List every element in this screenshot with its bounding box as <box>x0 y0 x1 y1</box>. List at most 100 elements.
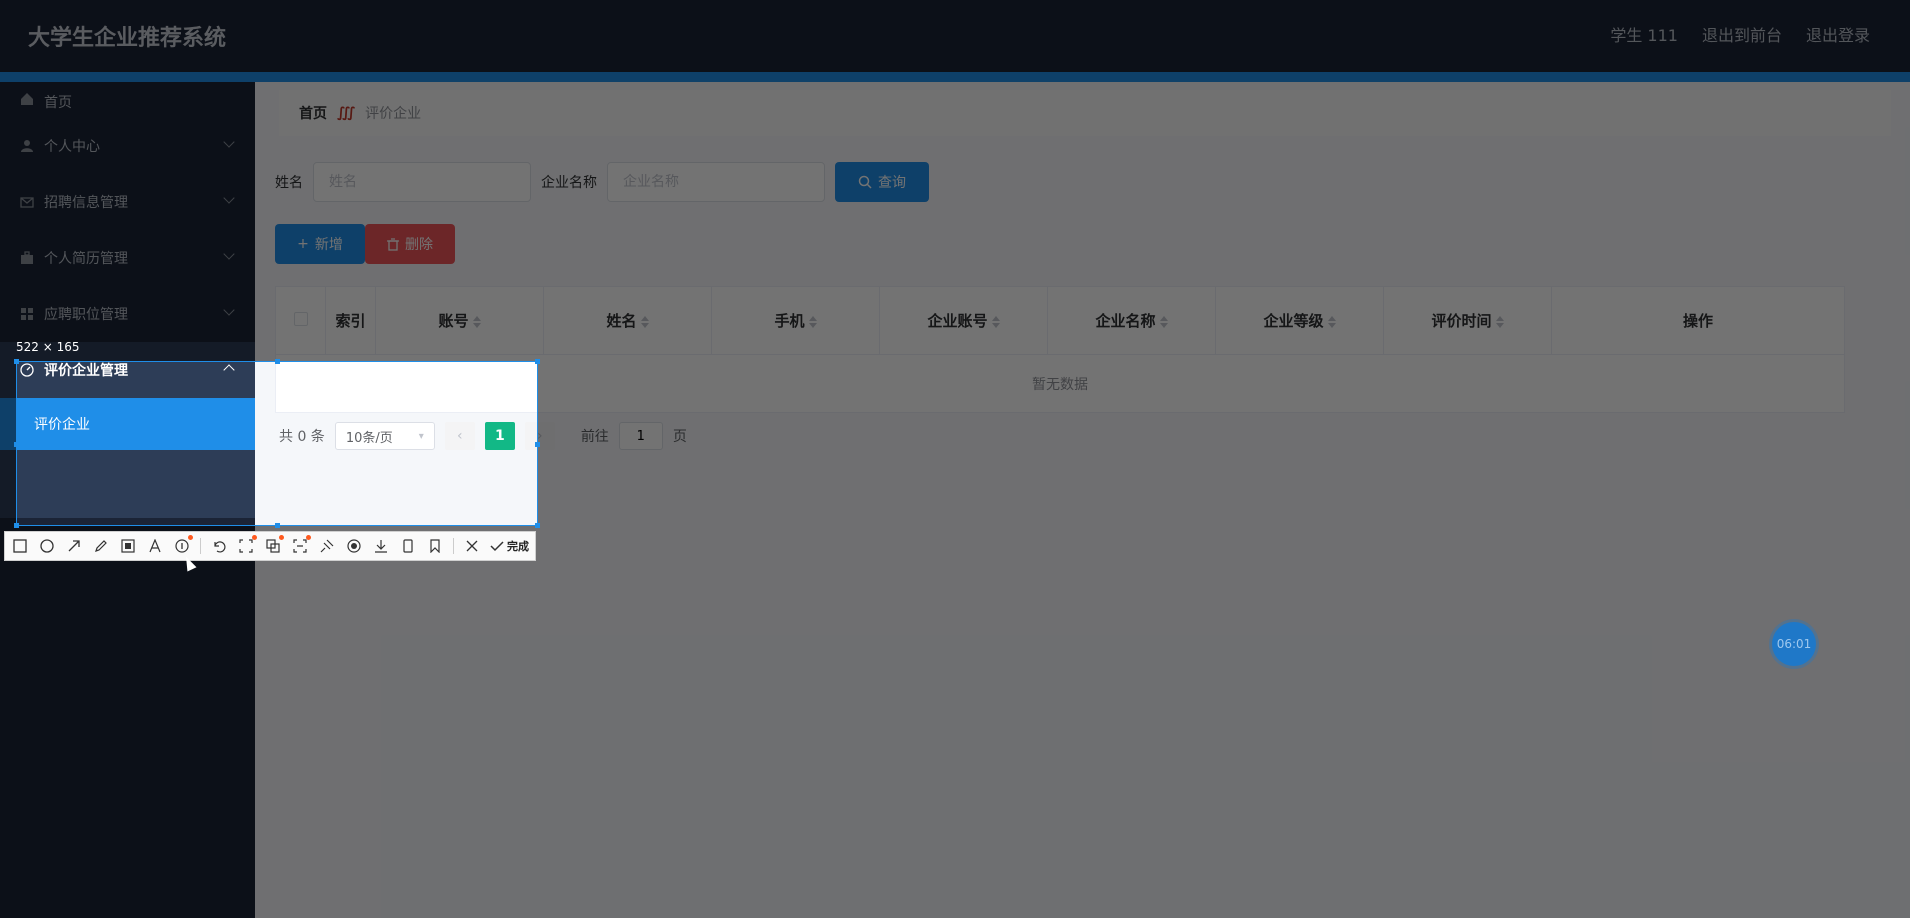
sidebar-item-label: 招聘信息管理 <box>44 195 128 211</box>
rectangle-icon[interactable] <box>11 537 29 555</box>
pagination: 共 0 条 10条/页 ▾ ‹ 1 › 前往 页 <box>279 422 687 450</box>
chevron-down-icon <box>223 136 235 148</box>
chevron-down-icon <box>223 192 235 204</box>
search-bar: 姓名 企业名称 查询 <box>275 162 929 202</box>
goto-prefix: 前往 <box>580 429 609 445</box>
to-frontend-link[interactable]: 退出到前台 <box>1702 22 1782 46</box>
sidebar: 首页 个人中心 招聘信息管理 个人简历管理 应聘职位管理 评价企业管理 评价企业 <box>0 82 255 918</box>
next-page-button[interactable]: › <box>524 422 555 450</box>
name-label: 姓名 <box>275 175 303 191</box>
col-phone-header[interactable]: 手机 <box>711 286 880 355</box>
done-label: 完成 <box>507 540 529 553</box>
sidebar-item-resume[interactable]: 个人简历管理 <box>0 230 255 286</box>
page-size-select[interactable]: 10条/页 ▾ <box>334 422 435 450</box>
table-header-row: 索引 账号 姓名 手机 企业账号 企业名称 企业等级 评价时间 操作 <box>275 286 1845 355</box>
select-all-checkbox[interactable] <box>293 311 308 326</box>
col-name-header[interactable]: 姓名 <box>543 286 712 355</box>
sort-icon <box>1327 315 1336 328</box>
current-user[interactable]: 学生 111 <box>1610 22 1678 46</box>
download-icon[interactable] <box>372 537 390 555</box>
sidebar-item-label: 首页 <box>44 95 72 111</box>
select-all-cell <box>275 286 326 355</box>
gauge-icon <box>20 363 34 377</box>
page-number-current[interactable]: 1 <box>484 422 515 450</box>
translate-icon[interactable] <box>264 535 284 555</box>
action-bar: + 新增 删除 <box>275 224 455 264</box>
sort-icon <box>640 315 649 328</box>
sidebar-item-job-info[interactable]: 招聘信息管理 <box>0 174 255 230</box>
toolbar-divider <box>200 538 201 554</box>
sidebar-item-home[interactable]: 首页 <box>0 82 255 118</box>
review-table: 索引 账号 姓名 手机 企业账号 企业名称 企业等级 评价时间 操作 暂无数据 <box>275 286 1845 413</box>
app-title: 大学生企业推荐系统 <box>28 26 227 51</box>
sidebar-item-label: 应聘职位管理 <box>44 307 128 323</box>
sidebar-item-applications[interactable]: 应聘职位管理 <box>0 286 255 342</box>
home-icon <box>21 93 33 105</box>
capture-toolbar: 完成 <box>4 531 536 561</box>
arrow-icon[interactable] <box>65 537 83 555</box>
breadcrumb-current: 评价企业 <box>365 106 422 122</box>
sidebar-item-label: 个人简历管理 <box>44 251 128 267</box>
company-name-label: 企业名称 <box>541 175 597 191</box>
close-icon[interactable] <box>463 537 481 555</box>
text-icon[interactable] <box>146 537 164 555</box>
goto-page-input[interactable] <box>618 422 663 450</box>
breadcrumb: 首页 ∭ 评价企业 <box>279 90 1891 136</box>
search-icon <box>858 175 872 189</box>
long-capture-icon[interactable] <box>291 535 311 555</box>
bookmark-icon[interactable] <box>426 537 444 555</box>
main-content: 首页 ∭ 评价企业 姓名 企业名称 查询 + 新增 删除 索引 账号 姓名 <box>255 82 1910 918</box>
done-button[interactable]: 完成 <box>490 538 529 554</box>
prev-page-button[interactable]: ‹ <box>444 422 475 450</box>
record-icon[interactable] <box>345 537 363 555</box>
col-company-level-header[interactable]: 企业等级 <box>1215 286 1384 355</box>
user-icon <box>21 140 33 152</box>
sort-icon <box>1159 315 1168 328</box>
number-marker-icon[interactable] <box>173 535 193 555</box>
table-empty-row: 暂无数据 <box>275 354 1845 413</box>
pin-icon[interactable] <box>318 537 336 555</box>
mosaic-icon[interactable] <box>119 537 137 555</box>
sidebar-subitem-review-company[interactable]: 评价企业 <box>0 398 255 450</box>
trash-icon <box>387 237 399 251</box>
sidebar-item-personal-center[interactable]: 个人中心 <box>0 118 255 174</box>
undo-icon[interactable] <box>210 537 228 555</box>
pencil-icon[interactable] <box>92 537 110 555</box>
logout-link[interactable]: 退出登录 <box>1806 22 1870 46</box>
check-icon <box>490 541 504 552</box>
ellipse-icon[interactable] <box>38 537 56 555</box>
mail-icon <box>20 197 34 208</box>
add-button[interactable]: + 新增 <box>275 224 365 264</box>
goto-suffix: 页 <box>672 429 687 445</box>
phone-icon[interactable] <box>399 537 417 555</box>
chevron-down-icon <box>223 248 235 260</box>
floating-timer-button[interactable]: 06:01 <box>1772 622 1816 666</box>
sort-icon <box>1495 315 1504 328</box>
col-company-account-header[interactable]: 企业账号 <box>879 286 1048 355</box>
company-name-search-input[interactable] <box>607 162 825 202</box>
name-search-input[interactable] <box>313 162 531 202</box>
capture-size-label: 522 × 165 <box>16 340 80 354</box>
empty-text: 暂无数据 <box>275 354 1845 413</box>
breadcrumb-separator-icon: ∭ <box>337 105 356 121</box>
header-accent-bar <box>0 72 1910 82</box>
chevron-down-icon <box>223 304 235 316</box>
col-company-name-header[interactable]: 企业名称 <box>1047 286 1216 355</box>
col-account-header[interactable]: 账号 <box>375 286 544 355</box>
add-button-label: 新增 <box>314 237 343 253</box>
query-button-label: 查询 <box>878 175 906 191</box>
index-header: 索引 <box>325 286 376 355</box>
col-review-time-header[interactable]: 评价时间 <box>1383 286 1552 355</box>
delete-button[interactable]: 删除 <box>365 224 455 264</box>
toolbar-divider <box>453 538 454 554</box>
ocr-icon[interactable] <box>237 535 257 555</box>
sort-icon <box>991 315 1000 328</box>
operation-header: 操作 <box>1551 286 1845 355</box>
chevron-up-icon <box>223 364 235 376</box>
delete-button-label: 删除 <box>405 237 433 253</box>
query-button[interactable]: 查询 <box>835 162 929 202</box>
top-header: 大学生企业推荐系统 学生 111 退出到前台 退出登录 <box>0 0 1910 72</box>
sidebar-item-label: 个人中心 <box>44 139 100 155</box>
breadcrumb-home[interactable]: 首页 <box>299 103 327 123</box>
grid-icon <box>21 308 33 320</box>
